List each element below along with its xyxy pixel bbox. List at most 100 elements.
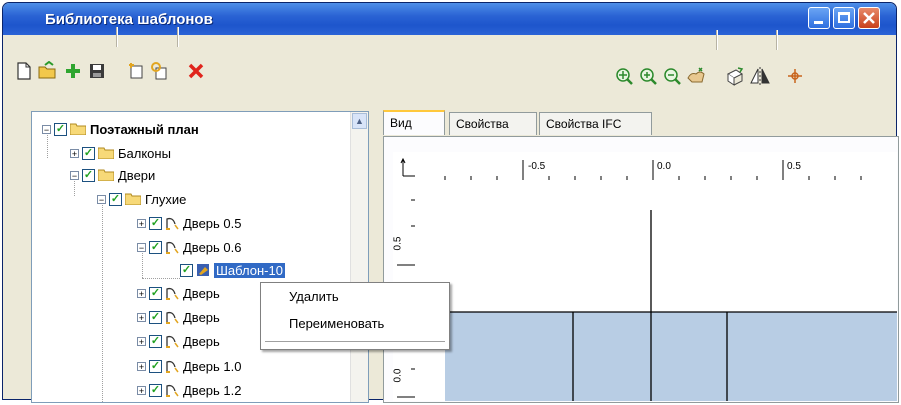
- door-icon: [166, 360, 179, 373]
- collapse-icon[interactable]: −: [70, 170, 79, 180]
- tree-scrollbar[interactable]: ▲: [350, 112, 368, 402]
- expand-icon[interactable]: +: [137, 312, 146, 322]
- zoom-in-icon: [640, 68, 657, 85]
- template-icon: [197, 264, 209, 276]
- checkbox[interactable]: ✓: [149, 286, 162, 300]
- tree-item-label: Дверь 0.6: [183, 239, 242, 255]
- add-button[interactable]: [62, 60, 84, 82]
- new-file-icon: [17, 62, 31, 80]
- properties-button[interactable]: [125, 60, 147, 82]
- toolbar-separator: [177, 27, 179, 47]
- mirror-button[interactable]: [749, 65, 771, 87]
- tree-item-label: Поэтажный план: [90, 121, 199, 137]
- folder-icon: [125, 193, 141, 205]
- expand-icon[interactable]: +: [137, 336, 146, 346]
- mirror-icon: [750, 67, 770, 85]
- checkbox[interactable]: ✓: [109, 192, 122, 206]
- rotate-button[interactable]: [724, 65, 746, 87]
- properties-icon: [129, 63, 143, 79]
- expand-icon[interactable]: +: [137, 361, 146, 371]
- expand-icon[interactable]: +: [137, 385, 146, 395]
- open-button[interactable]: [37, 60, 59, 82]
- tree-item-label: Дверь 1.0: [183, 358, 242, 374]
- tree-item-door-b[interactable]: + ✓ Дверь: [137, 307, 220, 327]
- expand-icon[interactable]: +: [137, 218, 146, 228]
- door-icon: [166, 241, 179, 254]
- toolbar-separator: [716, 30, 718, 50]
- tree-item-label: Балконы: [118, 145, 171, 161]
- checkbox[interactable]: ✓: [149, 334, 162, 348]
- menu-item-delete[interactable]: Удалить: [289, 289, 339, 304]
- template-tree[interactable]: ▲ − ✓ Поэтажный план + ✓ Балконы − ✓ Две…: [31, 111, 369, 403]
- tab-properties-ifc[interactable]: Свойства IFC: [539, 112, 652, 135]
- tree-item-floor-plan[interactable]: − ✓ Поэтажный план: [42, 119, 199, 139]
- tab-view[interactable]: Вид: [383, 110, 445, 135]
- rotate-icon: [727, 67, 744, 86]
- tree-item-label: Глухие: [145, 191, 187, 207]
- copy-button[interactable]: [149, 60, 171, 82]
- tree-item-label: Дверь 0.5: [183, 215, 242, 231]
- maximize-icon: [838, 12, 850, 23]
- pan-icon: [687, 67, 705, 83]
- tree-item-label: Дверь: [183, 309, 220, 325]
- tab-label: Вид: [390, 116, 412, 130]
- folder-icon: [98, 147, 114, 159]
- expand-icon[interactable]: +: [137, 288, 146, 298]
- new-file-button[interactable]: [13, 60, 35, 82]
- scroll-up-button[interactable]: ▲: [352, 113, 367, 129]
- minimize-button[interactable]: [808, 7, 830, 29]
- zoom-fit-button[interactable]: [613, 65, 635, 87]
- tree-item-label: Двери: [118, 167, 156, 183]
- save-button[interactable]: [86, 60, 108, 82]
- close-button[interactable]: [858, 7, 880, 29]
- template-drawing: [445, 210, 897, 401]
- tree-item-door-a[interactable]: + ✓ Дверь: [137, 283, 220, 303]
- preview-canvas[interactable]: -0.5 0.0 0.5 0.5 0.0: [392, 152, 897, 401]
- tree-item-balconies[interactable]: + ✓ Балконы: [70, 143, 171, 163]
- delete-icon: [188, 63, 204, 79]
- expand-icon[interactable]: +: [70, 148, 79, 158]
- tab-properties[interactable]: Свойства: [449, 112, 537, 135]
- zoom-out-button[interactable]: [661, 65, 683, 87]
- tree-item-door-05[interactable]: + ✓ Дверь 0.5: [137, 213, 241, 233]
- title-bar[interactable]: Библиотека шаблонов: [3, 3, 896, 35]
- checkbox[interactable]: ✓: [180, 263, 193, 277]
- delete-button[interactable]: [185, 60, 207, 82]
- zoom-fit-icon: [616, 68, 633, 85]
- collapse-icon[interactable]: −: [137, 242, 146, 252]
- checkbox[interactable]: ✓: [149, 216, 162, 230]
- origin-button[interactable]: [784, 65, 806, 87]
- zoom-in-button[interactable]: [637, 65, 659, 87]
- tree-item-door-06[interactable]: − ✓ Дверь 0.6: [137, 237, 241, 257]
- tree-item-doors[interactable]: − ✓ Двери: [70, 165, 155, 185]
- checkbox[interactable]: ✓: [149, 240, 162, 254]
- tree-item-label: Дверь 1.2: [183, 382, 242, 398]
- tree-item-label: Дверь: [183, 285, 220, 301]
- door-icon: [166, 335, 179, 348]
- tree-item-door-10[interactable]: + ✓ Дверь 1.0: [137, 356, 241, 376]
- checkbox[interactable]: ✓: [54, 122, 67, 136]
- open-folder-icon: [38, 61, 56, 79]
- pan-button[interactable]: [685, 65, 707, 87]
- tree-item-label: Дверь: [183, 333, 220, 349]
- tree-item-door-c[interactable]: + ✓ Дверь: [137, 331, 220, 351]
- collapse-icon[interactable]: −: [42, 124, 51, 134]
- menu-separator: [265, 341, 445, 342]
- toolbar-separator: [776, 30, 778, 50]
- checkbox[interactable]: ✓: [149, 383, 162, 397]
- door-icon: [166, 311, 179, 324]
- collapse-icon[interactable]: −: [97, 194, 106, 204]
- checkbox[interactable]: ✓: [82, 168, 95, 182]
- menu-item-rename[interactable]: Переименовать: [289, 316, 384, 331]
- minimize-icon: [814, 21, 823, 24]
- window-title: Библиотека шаблонов: [45, 11, 213, 28]
- checkbox[interactable]: ✓: [149, 310, 162, 324]
- tree-item-template-10[interactable]: ✓ Шаблон-10: [180, 260, 285, 280]
- maximize-button[interactable]: [833, 7, 855, 29]
- checkbox[interactable]: ✓: [82, 146, 95, 160]
- tree-item-door-12[interactable]: + ✓ Дверь 1.2: [137, 380, 241, 400]
- tab-label: Свойства IFC: [546, 117, 622, 131]
- checkbox[interactable]: ✓: [149, 359, 162, 373]
- tab-label: Свойства: [456, 117, 509, 131]
- tree-item-solid[interactable]: − ✓ Глухие: [97, 189, 186, 209]
